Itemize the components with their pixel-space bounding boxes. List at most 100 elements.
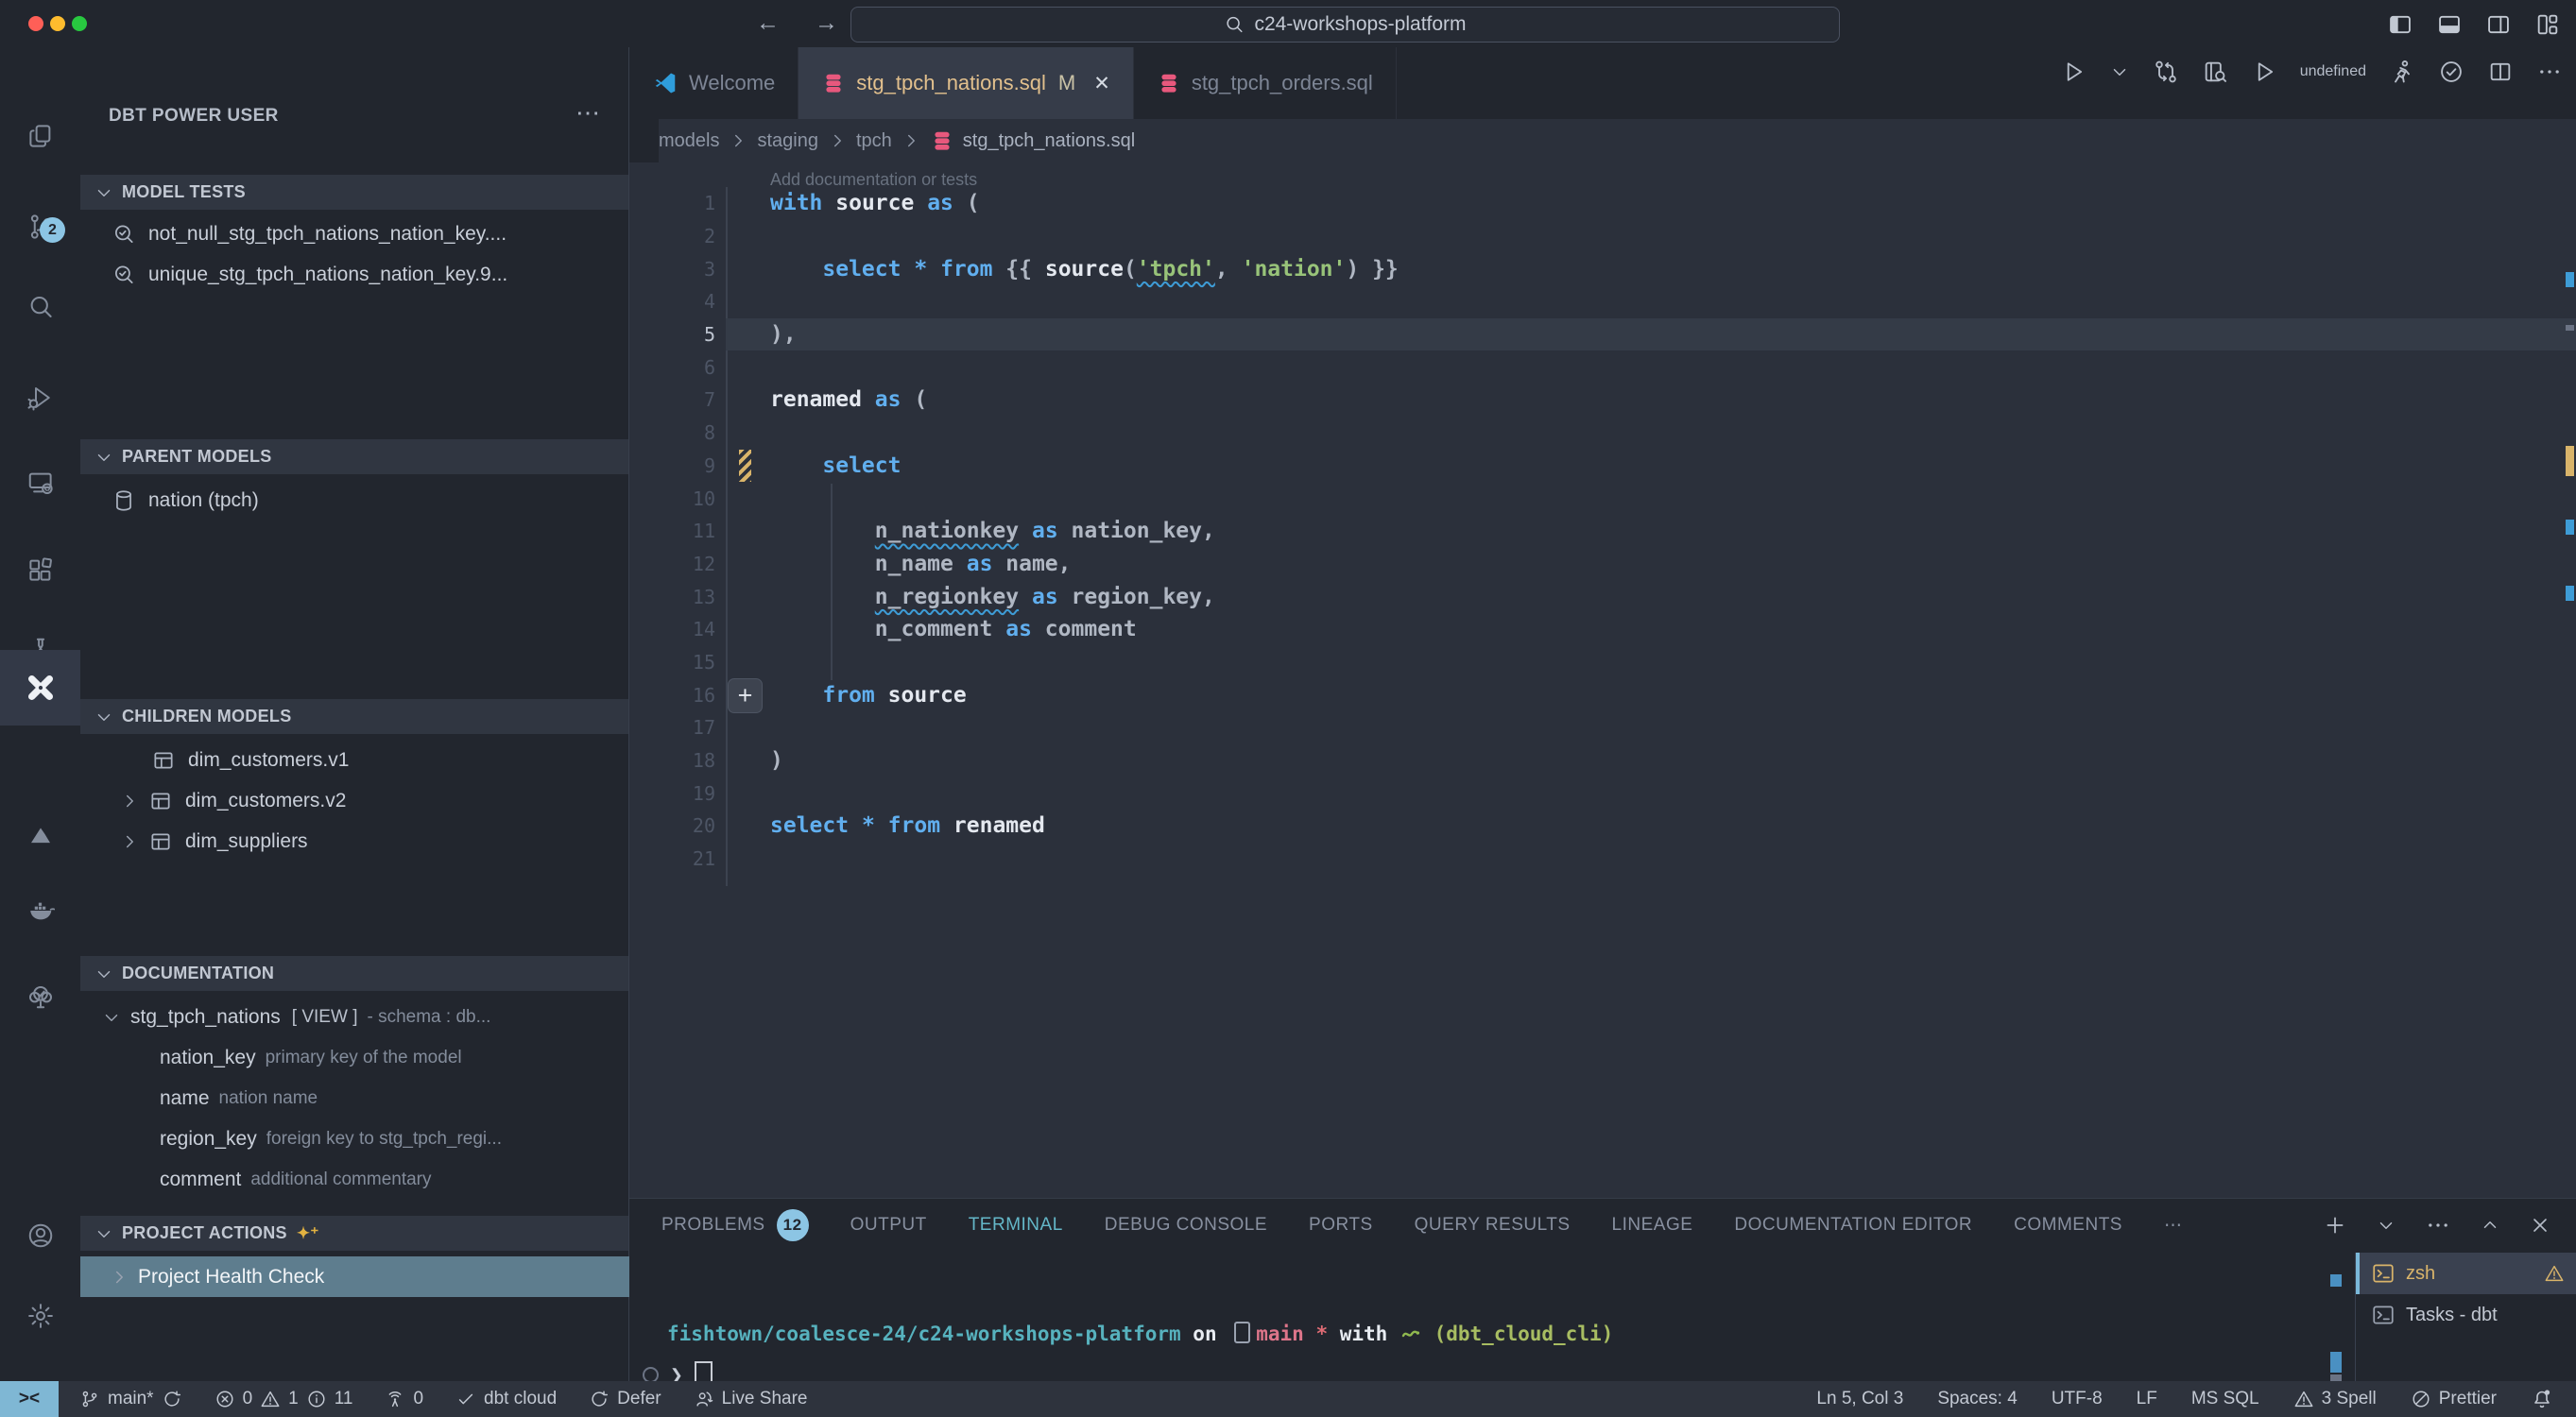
activity-bar-item-settings[interactable] xyxy=(0,1278,80,1354)
toggle-panel-icon[interactable] xyxy=(2436,11,2463,38)
status-item[interactable]: Defer xyxy=(589,1389,661,1409)
customize-layout-icon[interactable] xyxy=(2534,11,2561,38)
remote-indicator[interactable]: >< xyxy=(0,1381,59,1417)
sidebar-tree-item[interactable]: region_keyforeign key to stg_tpch_regi..… xyxy=(80,1118,708,1159)
status-item[interactable]: Ln 5, Col 3 xyxy=(1816,1389,1903,1409)
sidebar-tree-item[interactable]: namenation name xyxy=(80,1078,708,1118)
close-icon[interactable]: ✕ xyxy=(1093,72,1110,95)
breadcrumb[interactable]: models staging tpch stg_tpch_nations.sql xyxy=(659,119,2576,162)
section-header[interactable]: PARENT MODELS xyxy=(80,439,628,474)
status-item[interactable]: dbt cloud xyxy=(455,1389,557,1409)
status-item[interactable]: LF xyxy=(2137,1389,2157,1409)
panel-tab[interactable]: ⋯ xyxy=(2164,1215,2183,1237)
navigate-forward-icon[interactable]: → xyxy=(815,9,838,37)
sidebar-tree-item[interactable]: Project Health Check xyxy=(80,1256,657,1297)
sidebar-tree-item[interactable]: unique_stg_tpch_nations_nation_key.9... xyxy=(80,254,660,295)
status-item[interactable]: UTF-8 xyxy=(2052,1389,2103,1409)
panel-tab[interactable]: COMMENTS xyxy=(2014,1215,2122,1236)
breadcrumb-item[interactable]: models xyxy=(659,130,719,152)
chevron-up-icon[interactable] xyxy=(2480,1215,2500,1236)
close-window-button[interactable] xyxy=(28,16,43,31)
check-circle-icon[interactable] xyxy=(2438,59,2464,85)
sidebar-tree-item[interactable]: stg_tpch_nations[ VIEW ]- schema : db... xyxy=(80,997,649,1037)
breadcrumb-item[interactable]: staging xyxy=(757,130,818,152)
panel-tab[interactable]: QUERY RESULTS xyxy=(1415,1215,1571,1236)
toggle-sidebar-icon[interactable] xyxy=(2387,11,2413,38)
preview-icon[interactable] xyxy=(2202,59,2228,85)
panel-tab[interactable]: LINEAGE xyxy=(1612,1215,1693,1236)
activity-bar-item-todo-tree[interactable] xyxy=(0,959,80,1034)
toggle-secondary-sidebar-icon[interactable] xyxy=(2485,11,2512,38)
code-line: 15 xyxy=(629,646,2576,679)
chevron-right-icon xyxy=(119,791,140,811)
section-header[interactable]: DOCUMENTATION xyxy=(80,956,628,991)
status-item[interactable]: 0 xyxy=(385,1389,423,1409)
runner-icon[interactable] xyxy=(2389,59,2415,85)
sidebar-tree-item[interactable]: dim_customers.v1 xyxy=(80,740,699,780)
section-header[interactable]: MODEL TESTS xyxy=(80,175,628,210)
item-description: foreign key to stg_tpch_regi... xyxy=(266,1129,502,1150)
sidebar-tree-item[interactable]: nation (tpch) xyxy=(80,480,660,521)
sidebar-tree-item[interactable]: commentadditional commentary xyxy=(80,1159,708,1200)
section-header[interactable]: PROJECT ACTIONS ✦⁺ xyxy=(80,1216,628,1251)
activity-bar-item-search[interactable] xyxy=(0,269,80,345)
code-editor[interactable]: Add documentation or tests 1 with source… xyxy=(629,162,2576,1198)
panel-tab[interactable]: PROBLEMS 12 xyxy=(661,1209,809,1241)
activity-bar-item-source-control[interactable]: 2 xyxy=(0,189,80,265)
plus-icon[interactable] xyxy=(2323,1213,2347,1238)
activity-bar-item-dbt-power-user[interactable] xyxy=(0,650,80,726)
compare-icon[interactable] xyxy=(2153,59,2179,85)
status-item[interactable] xyxy=(2531,1388,2553,1410)
database-icon xyxy=(930,128,954,153)
close-icon[interactable] xyxy=(2529,1214,2551,1237)
status-item[interactable]: 0111 xyxy=(215,1389,353,1409)
activity-bar-item-docker[interactable] xyxy=(0,873,80,948)
minimize-window-button[interactable] xyxy=(50,16,65,31)
panel-tab[interactable]: PORTS xyxy=(1309,1215,1373,1236)
activity-bar-item-files[interactable] xyxy=(0,98,80,174)
zoom-window-button[interactable] xyxy=(72,16,87,31)
sidebar-tree-item[interactable]: nation_keyprimary key of the model xyxy=(80,1037,708,1078)
panel-tab[interactable]: OUTPUT xyxy=(850,1215,927,1236)
status-item[interactable]: Live Share xyxy=(694,1389,808,1409)
activity-bar-item-debug[interactable] xyxy=(0,360,80,435)
terminal-output[interactable]: fishtown/coalesce-24/c24-workshops-platf… xyxy=(667,1322,1613,1345)
activity-bar-item-extensions[interactable] xyxy=(0,532,80,607)
status-item[interactable]: Prettier xyxy=(2411,1389,2497,1409)
status-item[interactable]: 3 Spell xyxy=(2293,1389,2377,1409)
sidebar-tree-item[interactable]: dim_suppliers xyxy=(80,821,667,862)
breadcrumb-item[interactable]: tpch xyxy=(856,130,892,152)
chevron-down-icon[interactable] xyxy=(2109,61,2130,82)
dbt-icon[interactable]: undefined xyxy=(2300,63,2366,80)
more-icon[interactable] xyxy=(2536,59,2563,85)
terminal-tab-tasks---dbt[interactable]: Tasks - dbt xyxy=(2356,1294,2576,1336)
sidebar-tree-item[interactable]: dim_customers.v2 xyxy=(80,780,667,821)
status-item[interactable]: main* xyxy=(79,1389,182,1409)
panel-tab[interactable]: DOCUMENTATION EDITOR xyxy=(1734,1215,1972,1236)
command-center[interactable]: c24-workshops-platform xyxy=(850,7,1840,43)
run-icon[interactable] xyxy=(2060,59,2087,85)
editor-tab[interactable]: stg_tpch_orders.sql xyxy=(1134,47,1397,119)
terminal-tab-zsh[interactable]: zsh xyxy=(2356,1253,2576,1294)
breadcrumb-item[interactable]: stg_tpch_nations.sql xyxy=(963,130,1135,152)
sidebar-tree-item[interactable]: not_null_stg_tpch_nations_nation_key.... xyxy=(80,213,660,254)
activity-bar-item-account[interactable] xyxy=(0,1198,80,1273)
activity-bar-item-altimate[interactable] xyxy=(0,797,80,873)
panel-tab[interactable]: DEBUG CONSOLE xyxy=(1105,1215,1267,1236)
chevron-down-icon xyxy=(94,1223,114,1244)
activity-bar-item-remote-explorer[interactable] xyxy=(0,445,80,521)
panel-tab[interactable]: TERMINAL xyxy=(969,1215,1063,1236)
code-line: 4 xyxy=(629,285,2576,318)
chevron-down-icon[interactable] xyxy=(2376,1215,2396,1236)
split-editor-icon[interactable] xyxy=(2487,59,2514,85)
editor-tab[interactable]: stg_tpch_nations.sql M ✕ xyxy=(799,47,1134,119)
sidebar-more-icon[interactable]: ⋯ xyxy=(575,98,600,128)
navigate-back-icon[interactable]: ← xyxy=(756,9,780,37)
section-header[interactable]: CHILDREN MODELS xyxy=(80,699,628,734)
status-item[interactable]: MS SQL xyxy=(2191,1389,2259,1409)
more-icon[interactable] xyxy=(2425,1212,2451,1238)
editor-tab[interactable]: Welcome xyxy=(629,47,799,119)
status-item[interactable]: Spaces: 4 xyxy=(1937,1389,2018,1409)
add-action-button[interactable]: + xyxy=(728,678,763,713)
play-icon[interactable] xyxy=(2251,59,2277,85)
